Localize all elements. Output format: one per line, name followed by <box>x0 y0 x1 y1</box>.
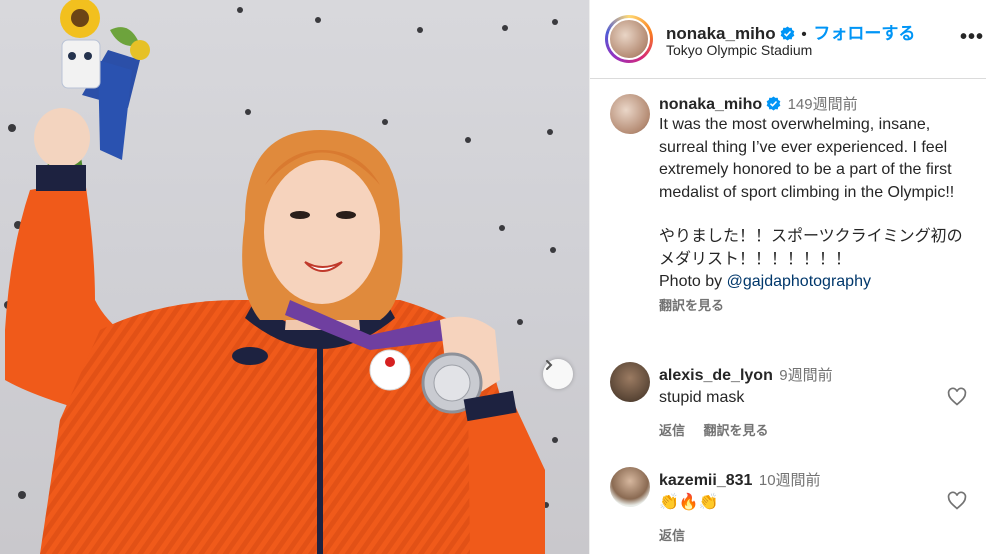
verified-badge-icon <box>766 96 781 111</box>
like-heart-icon[interactable] <box>947 387 967 407</box>
next-photo-button[interactable] <box>543 359 573 389</box>
commenter-avatar[interactable] <box>610 467 650 507</box>
reply-button[interactable]: 返信 <box>659 528 685 543</box>
caption-text-jp: やりました！！スポーツクライミング初のメダリスト！！！！！！！ <box>659 228 963 268</box>
caption-author-avatar[interactable] <box>610 94 650 134</box>
post-header: nonaka_miho • フォローする Tokyo Olympic Stadi… <box>590 0 986 79</box>
author-avatar[interactable] <box>605 15 653 63</box>
verified-badge-icon <box>780 26 794 41</box>
author-row: nonaka_miho • フォローする <box>666 19 915 44</box>
comments-section: nonaka_miho 149週間前 It was the most overw… <box>590 80 986 554</box>
caption-time[interactable]: 149週間前 <box>788 96 858 113</box>
chevron-right-icon <box>546 360 553 370</box>
comment-text: 👏🔥👏 <box>659 494 719 511</box>
comment-time[interactable]: 9週間前 <box>779 367 832 384</box>
commenter-avatar[interactable] <box>610 362 650 402</box>
caption: nonaka_miho 149週間前 It was the most overw… <box>659 93 969 314</box>
like-heart-icon[interactable] <box>947 491 967 511</box>
photo-by-label: Photo by <box>659 273 723 290</box>
photographer-link[interactable]: @gajdaphotography <box>727 273 871 290</box>
comment-username[interactable]: alexis_de_lyon <box>659 367 773 384</box>
caption-username[interactable]: nonaka_miho <box>659 96 762 113</box>
post-side-panel: nonaka_miho • フォローする Tokyo Olympic Stadi… <box>589 0 986 554</box>
comment-time[interactable]: 10週間前 <box>759 472 821 489</box>
comment-text: stupid mask <box>659 389 745 406</box>
comment-username[interactable]: kazemii_831 <box>659 472 752 489</box>
follow-button[interactable]: フォローする <box>813 24 915 43</box>
more-options-icon[interactable]: ••• <box>960 26 984 49</box>
separator-dot: • <box>801 26 807 43</box>
comment-item: alexis_de_lyon 9週間前 stupid mask 返信 翻訳を見る <box>659 364 939 440</box>
post-location[interactable]: Tokyo Olympic Stadium <box>666 42 812 58</box>
author-username[interactable]: nonaka_miho <box>666 24 776 43</box>
athlete-photo <box>4 0 558 554</box>
comment-translate-button[interactable]: 翻訳を見る <box>703 423 768 438</box>
reply-button[interactable]: 返信 <box>659 423 685 438</box>
caption-text-en: It was the most overwhelming, insane, su… <box>659 116 955 201</box>
caption-translate-button[interactable]: 翻訳を見る <box>659 295 969 314</box>
post-photo[interactable] <box>0 0 589 554</box>
comment-item: kazemii_831 10週間前 👏🔥👏 返信 <box>659 469 939 545</box>
